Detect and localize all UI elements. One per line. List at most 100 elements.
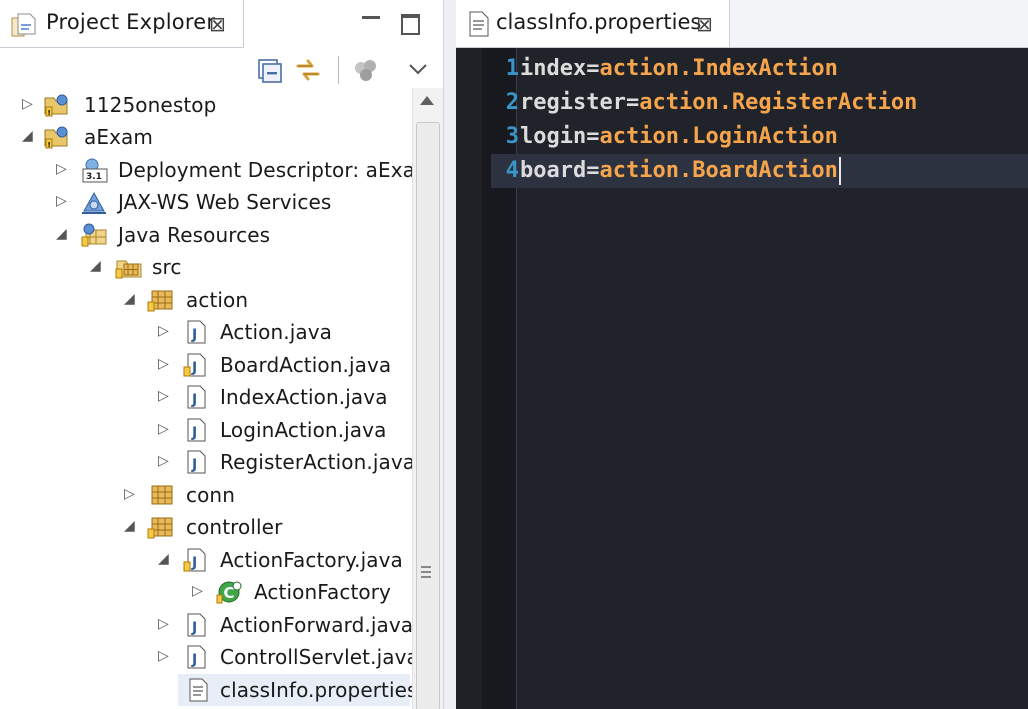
code-line[interactable]: 1index=action.IndexAction xyxy=(491,52,1028,86)
line-number: 2 xyxy=(505,90,519,115)
tree-item-1125onestop[interactable]: ▷ ! 1125onestop xyxy=(0,89,412,121)
tree-item-label: ActionForward.java xyxy=(220,613,414,637)
expand-arrow-icon[interactable]: ▷ xyxy=(158,647,174,665)
line-number: 4 xyxy=(505,158,519,183)
tree-item-package-action[interactable]: ◢ action xyxy=(0,284,412,316)
tree-item-package-conn[interactable]: ▷ conn xyxy=(0,479,412,511)
tree-item-src[interactable]: ◢ src xyxy=(0,251,412,283)
package-icon xyxy=(146,482,176,508)
code-area[interactable]: 1index=action.IndexAction 2register=acti… xyxy=(491,48,1028,709)
svg-text:J: J xyxy=(191,327,197,343)
property-value: action.BoardAction xyxy=(599,158,838,183)
close-icon[interactable]: ⊠ xyxy=(209,12,226,36)
tree-item-actionfactory-java[interactable]: ◢ J ActionFactory.java xyxy=(0,544,412,576)
property-value: action.RegisterAction xyxy=(639,90,918,115)
collapse-arrow-icon[interactable]: ◢ xyxy=(124,290,140,308)
tree-item-indexaction-java[interactable]: ▷ J IndexAction.java xyxy=(0,381,412,413)
tree-item-label: BoardAction.java xyxy=(220,353,392,377)
code-line[interactable]: 2register=action.RegisterAction xyxy=(491,86,1028,120)
view-menu-icon[interactable] xyxy=(404,56,432,84)
project-explorer-title: Project Explorer xyxy=(46,10,216,34)
tree-item-label: RegisterAction.java xyxy=(220,450,416,474)
expand-arrow-icon[interactable]: ▷ xyxy=(158,322,174,340)
tree-item-boardaction-java[interactable]: ▷ J BoardAction.java xyxy=(0,349,412,381)
tree-item-java-resources[interactable]: ◢ Java Resources xyxy=(0,219,412,251)
svg-text:J: J xyxy=(191,555,197,571)
svg-text:J: J xyxy=(191,392,197,408)
tree-item-registeraction-java[interactable]: ▷ J RegisterAction.java xyxy=(0,446,416,478)
expand-arrow-icon[interactable]: ▷ xyxy=(124,485,140,503)
tree-item-label: controller xyxy=(186,515,283,539)
tree-item-deployment-descriptor[interactable]: ▷ 3.1 Deployment Descriptor: aExam xyxy=(0,154,435,186)
svg-text:J: J xyxy=(191,620,197,636)
editor-tab-classinfo[interactable]: classInfo.properties ⊠ xyxy=(456,0,730,47)
svg-text:!: ! xyxy=(48,141,51,149)
java-resources-icon xyxy=(80,222,110,248)
scrollbar-grip-icon xyxy=(421,566,431,580)
java-file-icon: J xyxy=(182,352,212,378)
collapse-arrow-icon[interactable]: ◢ xyxy=(158,550,174,568)
tree-item-label: LoginAction.java xyxy=(220,418,387,442)
editor-panel: classInfo.properties ⊠ 1index=action.Ind… xyxy=(456,0,1028,709)
project-explorer-toolbar xyxy=(0,50,443,90)
tree-item-actionfactory-class[interactable]: ▷ C ActionFactory xyxy=(0,576,412,608)
filter-icon[interactable] xyxy=(352,56,380,84)
project-icon: ! xyxy=(42,124,72,150)
expand-arrow-icon[interactable]: ▷ xyxy=(192,582,208,600)
expand-arrow-icon[interactable]: ▷ xyxy=(22,95,38,113)
collapse-arrow-icon[interactable]: ◢ xyxy=(124,517,140,535)
scroll-up-arrow-icon[interactable] xyxy=(420,96,434,105)
svg-text:J: J xyxy=(191,360,197,376)
svg-text:J: J xyxy=(191,425,197,441)
tree-item-label: ActionFactory xyxy=(254,580,391,604)
tree-item-aexam[interactable]: ◢ ! aExam xyxy=(0,121,412,153)
tree-item-action-java[interactable]: ▷ J Action.java xyxy=(0,316,412,348)
link-with-editor-icon[interactable] xyxy=(294,56,322,84)
tree-item-classinfo-properties[interactable]: classInfo.properties xyxy=(178,674,417,706)
property-key: index= xyxy=(520,56,600,81)
code-line[interactable]: 3login=action.LoginAction xyxy=(491,120,1028,154)
toolbar-separator xyxy=(338,56,339,84)
tree-item-jax-ws[interactable]: ▷ JAX-WS Web Services xyxy=(0,186,412,218)
property-key: board= xyxy=(520,158,600,183)
expand-arrow-icon[interactable]: ▷ xyxy=(56,160,72,178)
project-explorer-icon xyxy=(10,12,38,42)
expand-arrow-icon[interactable]: ▷ xyxy=(56,192,72,210)
project-explorer-panel: Project Explorer ⊠ ▷ ! 1125onestop ◢ ! a… xyxy=(0,0,443,709)
line-number: 3 xyxy=(505,124,519,149)
collapse-arrow-icon[interactable]: ◢ xyxy=(56,225,72,243)
tree-item-label: Action.java xyxy=(220,320,332,344)
line-number: 1 xyxy=(505,56,519,81)
expand-arrow-icon[interactable]: ▷ xyxy=(158,420,174,438)
tree-item-label: src xyxy=(152,255,182,279)
editor-tab-bar: classInfo.properties ⊠ xyxy=(456,0,1028,48)
tree-item-label: JAX-WS Web Services xyxy=(118,190,332,214)
svg-text:J: J xyxy=(191,457,197,473)
collapse-arrow-icon[interactable]: ◢ xyxy=(90,257,106,275)
vertical-scrollbar[interactable] xyxy=(412,88,443,709)
minimize-button[interactable] xyxy=(360,10,384,32)
scrollbar-thumb[interactable] xyxy=(416,122,440,709)
project-explorer-tab[interactable]: Project Explorer ⊠ xyxy=(0,0,244,48)
collapse-all-icon[interactable] xyxy=(256,56,284,84)
tree-item-package-controller[interactable]: ◢ controller xyxy=(0,511,412,543)
expand-arrow-icon[interactable]: ▷ xyxy=(158,452,174,470)
tree-item-loginaction-java[interactable]: ▷ J LoginAction.java xyxy=(0,414,412,446)
properties-file-icon xyxy=(468,11,490,41)
tree-item-actionforward-java[interactable]: ▷ J ActionForward.java xyxy=(0,609,414,641)
tree-item-label: Deployment Descriptor: aExam xyxy=(118,158,435,182)
expand-arrow-icon[interactable]: ▷ xyxy=(158,355,174,373)
java-file-icon: J xyxy=(182,319,212,345)
package-icon xyxy=(146,514,176,540)
java-file-icon: J xyxy=(182,384,212,410)
close-icon[interactable]: ⊠ xyxy=(696,12,713,36)
svg-text:!: ! xyxy=(48,109,51,117)
svg-text:3.1: 3.1 xyxy=(86,172,102,182)
collapse-arrow-icon[interactable]: ◢ xyxy=(22,127,38,145)
expand-arrow-icon[interactable]: ▷ xyxy=(158,615,174,633)
tree-item-label: conn xyxy=(186,483,235,507)
maximize-button[interactable] xyxy=(400,10,424,35)
tree-item-controllservlet-java[interactable]: ▷ J ControllServlet.java xyxy=(0,641,419,673)
expand-arrow-icon[interactable]: ▷ xyxy=(158,387,174,405)
code-line-current[interactable]: 4board=action.BoardAction xyxy=(491,154,1028,188)
